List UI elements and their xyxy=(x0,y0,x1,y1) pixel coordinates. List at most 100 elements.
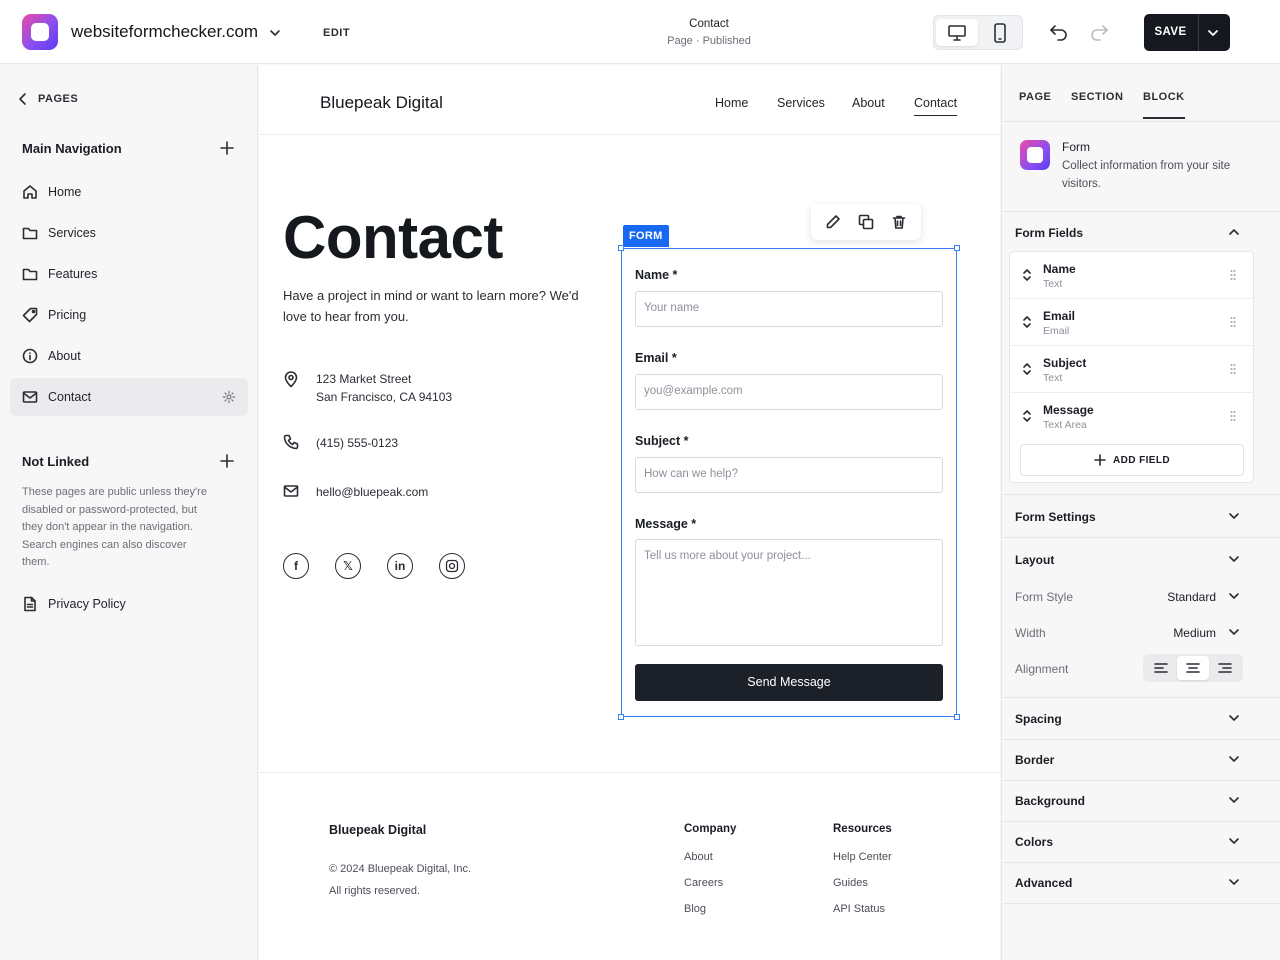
form-fields-title[interactable]: Form Fields xyxy=(1015,226,1083,240)
site-nav-services[interactable]: Services xyxy=(777,96,825,110)
redo-icon[interactable] xyxy=(1088,22,1110,42)
plus-icon[interactable] xyxy=(219,140,235,156)
border-title[interactable]: Border xyxy=(1015,753,1054,767)
hero-title[interactable]: Contact xyxy=(283,203,503,272)
site-brand[interactable]: Bluepeak Digital xyxy=(320,93,443,113)
linkedin-icon[interactable]: in xyxy=(387,553,413,579)
form-settings-title[interactable]: Form Settings xyxy=(1015,510,1096,524)
resize-handle[interactable] xyxy=(954,714,960,720)
footer-link-guides[interactable]: Guides xyxy=(833,877,892,889)
sidebar-item-features[interactable]: Features xyxy=(10,255,248,293)
footer-link-about[interactable]: About xyxy=(684,851,736,863)
footer-link-blog[interactable]: Blog xyxy=(684,903,736,915)
desktop-view-button[interactable] xyxy=(936,19,978,46)
footer-resources-title: Resources xyxy=(833,823,892,835)
sidebar-item-contact[interactable]: Contact xyxy=(10,378,248,416)
site-nav-contact[interactable]: Contact xyxy=(914,96,958,116)
chevron-down-icon[interactable] xyxy=(1228,590,1240,602)
sidebar-item-services[interactable]: Services xyxy=(10,214,248,252)
tab-section[interactable]: SECTION xyxy=(1071,91,1123,103)
instagram-icon[interactable] xyxy=(439,553,465,579)
form-field-row-name[interactable]: Name Text xyxy=(1010,252,1253,299)
message-field[interactable]: Tell us more about your project... xyxy=(635,539,943,646)
chevron-down-icon[interactable] xyxy=(1228,835,1240,847)
width-select[interactable]: Medium xyxy=(1173,626,1216,640)
name-field[interactable]: Your name xyxy=(635,291,943,327)
footer-link-careers[interactable]: Careers xyxy=(684,877,736,889)
drag-handle-icon[interactable] xyxy=(1230,363,1236,375)
facebook-icon[interactable]: f xyxy=(283,553,309,579)
form-field-row-subject[interactable]: Subject Text xyxy=(1010,346,1253,393)
footer-link-help-center[interactable]: Help Center xyxy=(833,851,892,863)
tab-page[interactable]: PAGE xyxy=(1019,91,1051,103)
pages-back-button[interactable]: PAGES xyxy=(18,92,78,106)
drag-handle-icon[interactable] xyxy=(1230,269,1236,281)
sidebar-item-pricing[interactable]: Pricing xyxy=(10,296,248,334)
duplicate-icon[interactable] xyxy=(858,214,874,230)
form-field-row-email[interactable]: Email Email xyxy=(1010,299,1253,346)
mail-icon xyxy=(22,391,38,403)
email-field[interactable]: you@example.com xyxy=(635,374,943,410)
chevron-down-icon[interactable] xyxy=(1228,794,1240,806)
advanced-title[interactable]: Advanced xyxy=(1015,876,1072,890)
reorder-icon[interactable] xyxy=(1022,314,1032,330)
resize-handle[interactable] xyxy=(954,245,960,251)
chevron-down-icon[interactable] xyxy=(1228,876,1240,888)
reorder-icon[interactable] xyxy=(1022,267,1032,283)
form-block[interactable]: Name * Your name Email * you@example.com… xyxy=(618,245,960,720)
background-title[interactable]: Background xyxy=(1015,794,1085,808)
form-block-tag[interactable]: FORM xyxy=(623,225,669,247)
phone-info[interactable]: (415) 555-0123 xyxy=(283,434,398,452)
email-info[interactable]: hello@bluepeak.com xyxy=(283,483,428,501)
tab-block[interactable]: BLOCK xyxy=(1143,91,1185,119)
plus-icon[interactable] xyxy=(219,453,235,469)
chevron-down-icon[interactable] xyxy=(1228,712,1240,724)
drag-handle-icon[interactable] xyxy=(1230,410,1236,422)
field-type: Email xyxy=(1043,325,1070,337)
sidebar-item-home[interactable]: Home xyxy=(10,173,248,211)
pages-back-label: PAGES xyxy=(38,93,79,105)
chevron-down-icon[interactable] xyxy=(1207,27,1219,39)
x-icon[interactable]: 𝕏 xyxy=(335,553,361,579)
footer-link-api-status[interactable]: API Status xyxy=(833,903,892,915)
hero-text[interactable]: Have a project in mind or want to learn … xyxy=(283,285,583,327)
chevron-down-icon[interactable] xyxy=(1228,553,1240,565)
sidebar-item-privacy-policy[interactable]: Privacy Policy xyxy=(10,585,248,623)
site-nav-home[interactable]: Home xyxy=(715,96,748,110)
form-field-row-message[interactable]: Message Text Area xyxy=(1010,393,1253,440)
add-field-button[interactable]: ADD FIELD xyxy=(1020,444,1244,476)
send-message-button[interactable]: Send Message xyxy=(635,664,943,701)
reorder-icon[interactable] xyxy=(1022,361,1032,377)
sidebar-item-about[interactable]: About xyxy=(10,337,248,375)
align-right-button[interactable] xyxy=(1209,656,1241,680)
spacing-title[interactable]: Spacing xyxy=(1015,712,1062,726)
undo-icon[interactable] xyxy=(1048,22,1070,42)
save-button[interactable]: SAVE xyxy=(1144,14,1230,51)
chevron-down-icon[interactable] xyxy=(1228,626,1240,638)
layout-title[interactable]: Layout xyxy=(1015,553,1054,567)
align-center-button[interactable] xyxy=(1177,656,1209,680)
desktop-icon xyxy=(948,24,966,41)
add-field-label: ADD FIELD xyxy=(1113,454,1170,466)
form-style-select[interactable]: Standard xyxy=(1167,590,1216,604)
reorder-icon[interactable] xyxy=(1022,408,1032,424)
site-footer[interactable]: Bluepeak Digital © 2024 Bluepeak Digital… xyxy=(259,772,1000,960)
colors-title[interactable]: Colors xyxy=(1015,835,1053,849)
trash-icon[interactable] xyxy=(891,214,907,230)
subject-field[interactable]: How can we help? xyxy=(635,457,943,493)
drag-handle-icon[interactable] xyxy=(1230,316,1236,328)
address-info[interactable]: 123 Market Street San Francisco, CA 94103 xyxy=(283,370,452,406)
resize-handle[interactable] xyxy=(618,245,624,251)
gear-icon[interactable] xyxy=(222,390,236,404)
resize-handle[interactable] xyxy=(618,714,624,720)
chevron-up-icon[interactable] xyxy=(1228,226,1240,238)
chevron-down-icon[interactable] xyxy=(1228,510,1240,522)
site-header[interactable]: Bluepeak Digital Home Services About Con… xyxy=(259,65,1000,135)
align-left-button[interactable] xyxy=(1145,656,1177,680)
mobile-icon xyxy=(994,22,1006,43)
site-nav-about[interactable]: About xyxy=(852,96,885,110)
mobile-view-button[interactable] xyxy=(979,19,1021,46)
pencil-icon[interactable] xyxy=(825,214,841,230)
chevron-down-icon[interactable] xyxy=(1228,753,1240,765)
page-canvas: Bluepeak Digital Home Services About Con… xyxy=(259,65,1000,960)
